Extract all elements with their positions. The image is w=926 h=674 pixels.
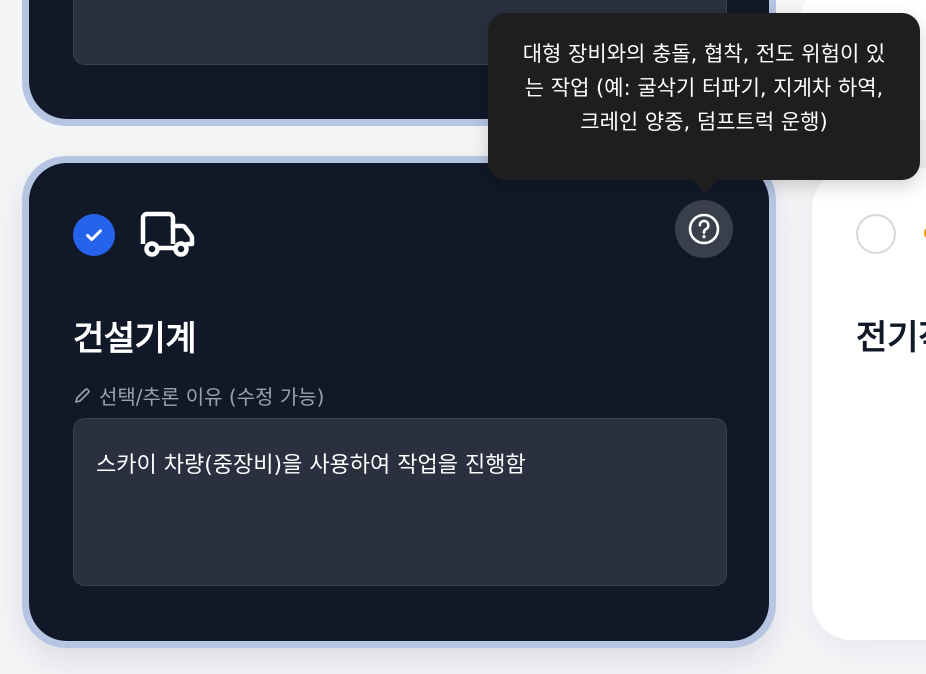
check-icon[interactable]	[73, 214, 115, 256]
category-card-right[interactable]: 전기작	[812, 168, 926, 640]
truck-icon	[139, 210, 195, 258]
reason-label-text: 선택/추론 이유 (수정 가능)	[99, 385, 325, 409]
tooltip-arrow	[693, 180, 717, 194]
select-radio[interactable]	[856, 214, 896, 254]
category-title: 건설기계	[73, 319, 197, 359]
reason-textarea[interactable]: 스카이 차량(중장비)을 사용하여 작업을 진행함	[73, 418, 727, 586]
category-card-construction-machinery[interactable]: 건설기계 선택/추론 이유 (수정 가능) 스카이 차량(중장비)을 사용하여 …	[22, 156, 776, 648]
category-selection-screen: 전기작	[0, 0, 926, 674]
reason-label: 선택/추론 이유 (수정 가능)	[73, 381, 324, 410]
help-tooltip: 대형 장비와의 충돌, 협착, 전도 위험이 있는 작업 (예: 굴삭기 터파기…	[488, 13, 920, 180]
card-inner: 건설기계 선택/추론 이유 (수정 가능) 스카이 차량(중장비)을 사용하여 …	[29, 163, 769, 641]
help-icon-button[interactable]	[675, 200, 733, 258]
question-circle-icon	[688, 213, 720, 245]
pencil-icon	[75, 387, 90, 403]
category-title: 전기작	[856, 318, 926, 358]
